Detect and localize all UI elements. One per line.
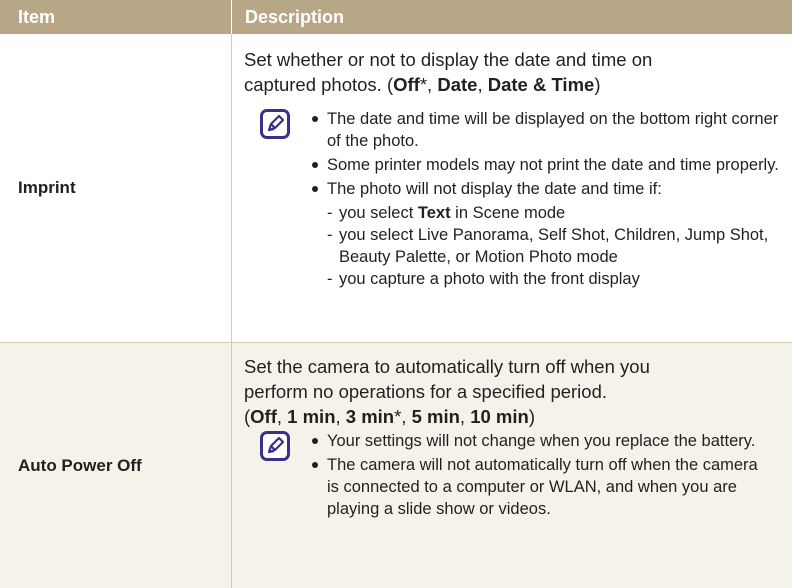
item-auto-power-off: Auto Power Off (18, 455, 142, 475)
apo-options: (Off, 1 min, 3 min*, 5 min, 10 min) (244, 406, 535, 427)
sub-list-item: you select Live Panorama, Self Shot, Chi… (311, 224, 781, 268)
apo-desc-line2: perform no operations for a specified pe… (244, 381, 608, 402)
imprint-desc-line2: captured photos. (Off*, Date, Date & Tim… (244, 74, 601, 95)
header-description: Description (245, 7, 345, 27)
auto-power-off-notes: Your settings will not change when you r… (311, 430, 771, 522)
item-imprint: Imprint (18, 178, 76, 197)
option-3min: 3 min (345, 406, 395, 427)
sub-list-item: you capture a photo with the front displ… (311, 268, 781, 290)
option-1min: 1 min (287, 406, 336, 427)
column-divider (231, 343, 232, 588)
note-pencil-icon (260, 109, 290, 139)
header-item: Item (18, 7, 56, 27)
list-item: Some printer models may not print the da… (311, 154, 781, 176)
list-item: Your settings will not change when you r… (311, 430, 771, 452)
imprint-description: Set whether or not to display the date a… (244, 47, 779, 97)
note-pencil-icon (260, 431, 290, 461)
option-date-time: Date & Time (487, 74, 595, 95)
sub-list-item: you select Text in Scene mode (311, 202, 781, 224)
list-item: The photo will not display the date and … (311, 178, 781, 200)
option-off: Off (393, 74, 420, 95)
table-header: Item Description (0, 0, 792, 34)
option-5min: 5 min (411, 406, 460, 427)
auto-power-off-description: Set the camera to automatically turn off… (244, 354, 779, 429)
imprint-notes: The date and time will be displayed on t… (311, 108, 781, 290)
option-10min: 10 min (470, 406, 529, 427)
imprint-desc-line1: Set whether or not to display the date a… (244, 49, 653, 70)
header-divider (231, 0, 232, 34)
option-off: Off (250, 406, 277, 427)
list-item: The date and time will be displayed on t… (311, 108, 781, 152)
apo-desc-line1: Set the camera to automatically turn off… (244, 356, 650, 377)
option-date: Date (437, 74, 478, 95)
list-item: The camera will not automatically turn o… (311, 454, 771, 520)
column-divider (231, 34, 232, 342)
